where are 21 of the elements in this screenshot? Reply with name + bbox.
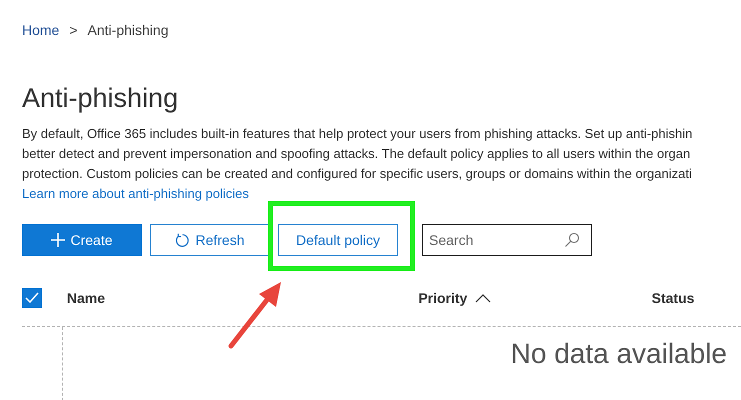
search-field[interactable]: Search [422, 224, 592, 256]
column-header[interactable]: Name [66, 288, 105, 308]
toolbar-button[interactable]: Refresh [150, 224, 270, 256]
page-title: Anti-phishing [22, 82, 180, 115]
create-button[interactable]: Create [22, 224, 142, 256]
description-text: better detect and prevent impersonation and spoofing attacks. The default policy applies to all users within the organ [22, 146, 690, 161]
plus-icon [51, 233, 66, 247]
toolbar-button[interactable]: Default policy [278, 224, 398, 256]
description-text: By default, Office 365 includes built-in features that help protect your users from phishing attacks. Set up anti-phishin [22, 126, 692, 141]
empty-message: No data available [510, 337, 727, 371]
refresh-icon [175, 232, 190, 248]
description-text: protection. Custom policies can be created and configured for specific users, groups or domains within the organizati [22, 166, 692, 181]
column-header[interactable]: Status [652, 288, 694, 308]
check-icon [24, 292, 39, 304]
column-header[interactable]: Priority [418, 288, 468, 308]
breadcrumb-separator: > [69, 21, 78, 40]
learn-more-link[interactable]: Learn more about anti-phishing policies [22, 186, 249, 201]
select-all-checkbox[interactable] [22, 288, 42, 308]
search-icon [564, 232, 580, 248]
breadcrumb-current: Anti-phishing [88, 21, 168, 40]
breadcrumb-link[interactable]: Home [22, 20, 60, 41]
